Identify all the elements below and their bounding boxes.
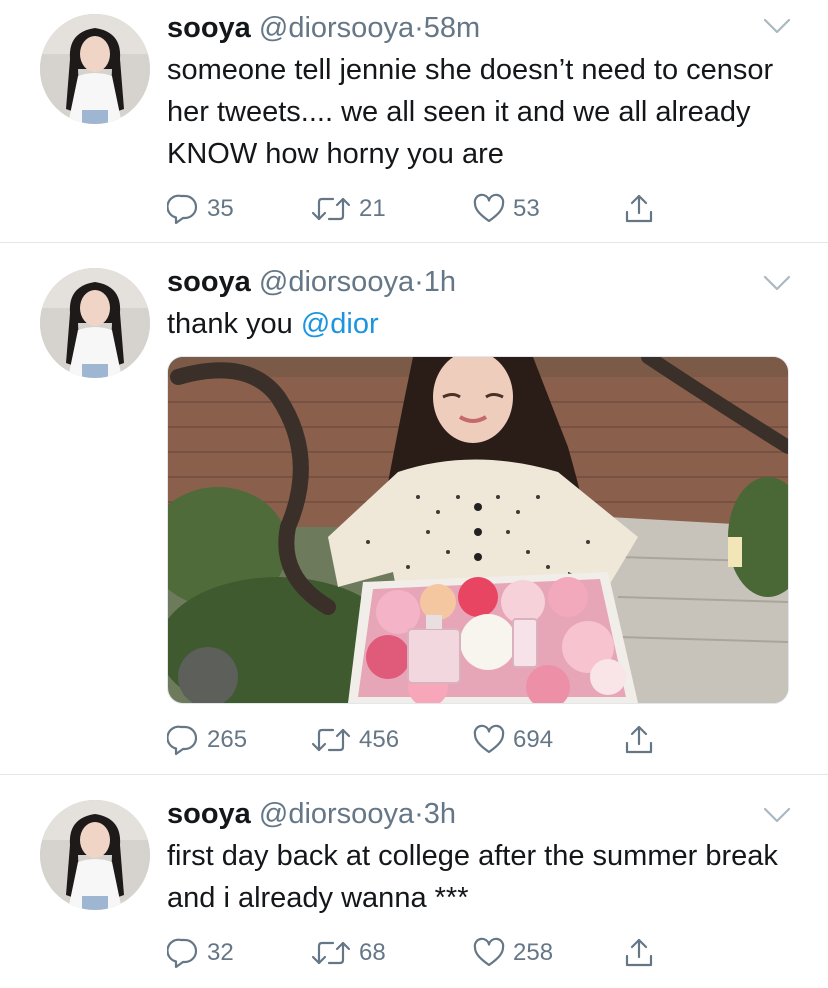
tweet[interactable]: sooya @diorsooya·58m someone tell jennie… (0, 0, 828, 242)
reply-count: 32 (207, 939, 234, 966)
tweet-menu-button[interactable] (762, 805, 792, 825)
mention-link[interactable]: @dior (301, 308, 379, 340)
display-name[interactable]: sooya (167, 12, 251, 44)
heart-icon (473, 724, 505, 756)
like-button[interactable]: 53 (473, 189, 540, 229)
tweet-text: someone tell jennie she doesn’t need to … (167, 49, 797, 175)
retweet-button[interactable]: 68 (311, 933, 386, 973)
avatar[interactable] (40, 14, 150, 124)
tweet-header: sooya @diorsooya·3h (167, 797, 456, 831)
share-button[interactable] (623, 720, 655, 760)
reply-icon (167, 937, 199, 969)
reply-count: 35 (207, 195, 234, 222)
timestamp[interactable]: 58m (424, 12, 480, 44)
retweet-icon (311, 937, 351, 969)
like-count: 258 (513, 939, 554, 966)
chevron-down-icon (762, 273, 792, 293)
separator-dot: · (414, 266, 424, 298)
tweet-text: thank you @dior (167, 303, 797, 345)
avatar-image (40, 268, 150, 378)
share-icon (623, 724, 655, 756)
retweet-icon (311, 724, 351, 756)
avatar-image (40, 14, 150, 124)
retweet-icon (311, 193, 351, 225)
share-button[interactable] (623, 189, 655, 229)
reply-icon (167, 724, 199, 756)
tweet-body: someone tell jennie she doesn’t need to … (167, 54, 774, 170)
heart-icon (473, 193, 505, 225)
avatar-image (40, 800, 150, 910)
reply-icon (167, 193, 199, 225)
timestamp[interactable]: 1h (424, 266, 456, 298)
retweet-count: 68 (359, 939, 386, 966)
tweet[interactable]: sooya @diorsooya·3h first day back at co… (0, 775, 828, 988)
tweet-header: sooya @diorsooya·1h (167, 265, 456, 299)
chevron-down-icon (762, 805, 792, 825)
tweet-photo[interactable] (167, 356, 789, 704)
tweet-header: sooya @diorsooya·58m (167, 11, 480, 45)
chevron-down-icon (762, 16, 792, 36)
avatar[interactable] (40, 800, 150, 910)
share-icon (623, 193, 655, 225)
user-handle[interactable]: @diorsooya (259, 12, 414, 44)
tweet-actions: 35 21 53 (167, 189, 687, 229)
share-icon (623, 937, 655, 969)
photo-image (168, 357, 788, 703)
separator-dot: · (414, 798, 424, 830)
heart-icon (473, 937, 505, 969)
user-handle[interactable]: @diorsooya (259, 798, 414, 830)
tweet-actions: 265 456 694 (167, 720, 687, 760)
reply-button[interactable]: 32 (167, 933, 234, 973)
tweet-text: first day back at college after the summ… (167, 835, 797, 919)
tweet-actions: 32 68 258 (167, 933, 687, 973)
user-handle[interactable]: @diorsooya (259, 266, 414, 298)
avatar[interactable] (40, 268, 150, 378)
display-name[interactable]: sooya (167, 266, 251, 298)
tweet-body: thank you (167, 308, 301, 340)
like-button[interactable]: 694 (473, 720, 553, 760)
tweet[interactable]: sooya @diorsooya·1h thank you @dior 265 … (0, 243, 828, 774)
retweet-count: 456 (359, 726, 400, 753)
reply-button[interactable]: 265 (167, 720, 247, 760)
retweet-count: 21 (359, 195, 386, 222)
tweet-body: first day back at college after the summ… (167, 840, 778, 914)
reply-count: 265 (207, 726, 248, 753)
like-button[interactable]: 258 (473, 933, 553, 973)
separator-dot: · (414, 12, 424, 44)
display-name[interactable]: sooya (167, 798, 251, 830)
reply-button[interactable]: 35 (167, 189, 234, 229)
retweet-button[interactable]: 456 (311, 720, 399, 760)
retweet-button[interactable]: 21 (311, 189, 386, 229)
tweet-menu-button[interactable] (762, 273, 792, 293)
like-count: 694 (513, 726, 554, 753)
like-count: 53 (513, 195, 540, 222)
share-button[interactable] (623, 933, 655, 973)
timestamp[interactable]: 3h (424, 798, 456, 830)
tweet-menu-button[interactable] (762, 16, 792, 36)
